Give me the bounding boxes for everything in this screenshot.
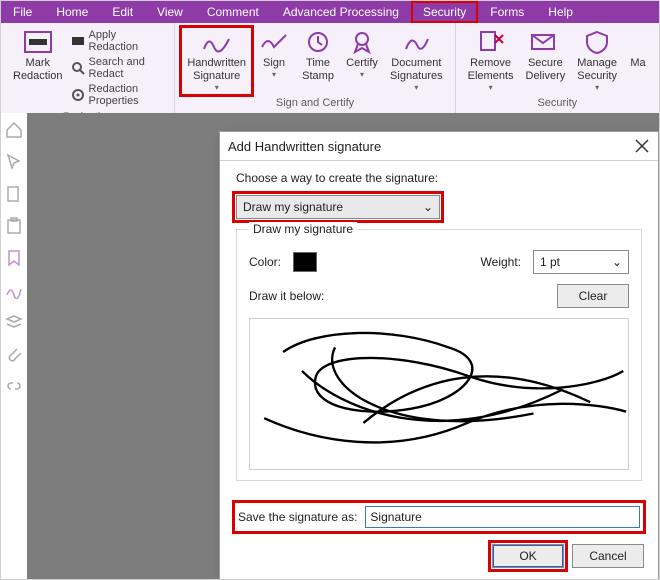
clipboard-icon[interactable] [5,217,23,235]
chevron-down-icon: ▾ [360,70,364,80]
menu-help[interactable]: Help [536,1,585,23]
search-icon [71,61,85,75]
close-icon[interactable] [634,138,650,154]
page-icon[interactable] [5,185,23,203]
left-panel [1,113,28,579]
document-signatures-button[interactable]: Document Signatures▾ [384,27,449,95]
menu-security[interactable]: Security [411,1,478,23]
mark-redaction-button[interactable]: Mark Redaction [7,27,69,85]
apply-redaction-icon [71,34,85,48]
sign-button[interactable]: Sign▾ [252,27,296,82]
clear-button[interactable]: Clear [557,284,629,308]
document-signatures-icon [400,29,432,55]
choose-method-label: Choose a way to create the signature: [236,171,642,185]
ribbon-group-sign-certify: Handwritten Signature▾ Sign▾ Time Stamp … [175,23,455,113]
ribbon-group-redaction: Mark Redaction Apply Redaction Search an… [1,23,175,113]
draw-below-label: Draw it below: [249,289,324,303]
menu-bar: File Home Edit View Comment Advanced Pro… [1,1,659,23]
ribbon-award-icon [346,29,378,55]
chevron-down-icon: ▾ [215,83,219,93]
certify-button[interactable]: Certify▾ [340,27,384,82]
menu-edit[interactable]: Edit [100,1,145,23]
dialog-title: Add Handwritten signature [228,139,381,154]
menu-file[interactable]: File [1,1,44,23]
redaction-icon [22,29,54,55]
save-signature-row: Save the signature as: Signature [236,504,642,530]
chevron-down-icon: ▾ [489,83,493,93]
color-label: Color: [249,255,281,269]
time-stamp-button[interactable]: Time Stamp [296,27,340,85]
menu-advanced-processing[interactable]: Advanced Processing [271,1,411,23]
menu-home[interactable]: Home [44,1,100,23]
cursor-icon[interactable] [5,153,23,171]
menu-view[interactable]: View [145,1,195,23]
secure-delivery-button[interactable]: Secure Delivery [520,27,572,85]
ok-button[interactable]: OK [492,544,564,568]
chevron-down-icon: ▾ [414,83,418,93]
draw-signature-panel: Draw my signature Color: Weight: 1 pt ⌄ … [236,229,642,481]
gear-icon [71,88,85,102]
apply-redaction-item[interactable]: Apply Redaction [71,29,167,53]
ribbon-group-security: Remove Elements▾ Secure Delivery Manage … [456,23,659,113]
chevron-down-icon: ▾ [595,83,599,93]
weight-value: 1 pt [540,255,560,269]
signature-canvas[interactable] [249,318,629,470]
signature-panel-icon[interactable] [5,281,23,299]
bookmark-icon[interactable] [5,249,23,267]
redaction-properties-item[interactable]: Redaction Properties [71,83,167,107]
ribbon: Mark Redaction Apply Redaction Search an… [1,23,659,114]
weight-dropdown[interactable]: 1 pt ⌄ [533,250,629,274]
link-icon[interactable] [5,377,23,395]
search-redact-item[interactable]: Search and Redact [71,56,167,80]
shield-icon [581,29,613,55]
chevron-down-icon: ⌄ [423,200,433,214]
signature-method-dropdown[interactable]: Draw my signature ⌄ [236,195,440,219]
save-as-label: Save the signature as: [238,510,357,524]
weight-label: Weight: [481,255,521,269]
mark-redaction-label: Mark Redaction [13,57,63,83]
color-swatch[interactable] [293,252,317,272]
manage-security-button[interactable]: Manage Security▾ [571,27,623,95]
shield-icon [623,29,653,55]
dialog-button-bar: OK Cancel [220,536,658,580]
draw-panel-title: Draw my signature [249,222,357,236]
handwritten-signature-button[interactable]: Handwritten Signature▾ [181,27,252,95]
handwritten-signature-icon [201,29,233,55]
signature-method-value: Draw my signature [243,200,343,214]
envelope-lock-icon [529,29,561,55]
add-handwritten-signature-dialog: Add Handwritten signature Choose a way t… [219,131,659,580]
clock-icon [302,29,334,55]
home-icon[interactable] [5,121,23,139]
sign-certify-group-label: Sign and Certify [181,95,448,109]
remove-elements-icon [475,29,507,55]
remove-elements-button[interactable]: Remove Elements▾ [462,27,520,95]
menu-forms[interactable]: Forms [478,1,536,23]
menu-comment[interactable]: Comment [195,1,271,23]
chevron-down-icon: ▾ [272,70,276,80]
cancel-button[interactable]: Cancel [572,544,644,568]
manage-security-button-cut[interactable]: Ma [623,27,653,72]
chevron-down-icon: ⌄ [612,255,622,269]
layers-icon[interactable] [5,313,23,331]
security-group-label: Security [462,95,653,109]
attachment-icon[interactable] [5,345,23,363]
sign-icon [258,29,290,55]
signature-name-input[interactable]: Signature [365,506,640,528]
